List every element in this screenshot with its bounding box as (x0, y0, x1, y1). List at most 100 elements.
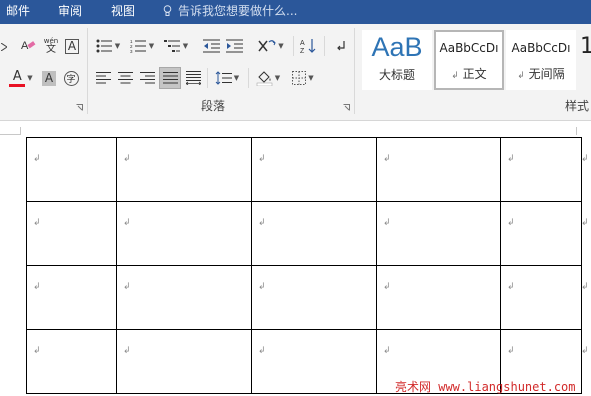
style-next-sample: 1 (580, 34, 591, 59)
paragraph-mark: ↲ (383, 154, 391, 164)
borders-icon (292, 71, 307, 85)
table-cell[interactable]: ↲ (251, 329, 377, 394)
paint-bucket-icon (256, 71, 273, 86)
multilevel-list-icon (163, 40, 180, 52)
paragraph-mark: ↲ (258, 154, 266, 164)
document-page[interactable]: ↲ ↲ ↲ ↲ ↲ ↲ ↲ ↲ ↲ ↲ ↲ ↲ ↲ ↲ ↲ ↲ ↲ ↲ ↲ ↲ ↲ ↲ ↲ ↲ 亮术网 www.liangs… (0, 121, 591, 396)
svg-text:3: 3 (130, 49, 133, 53)
decrease-indent-button[interactable] (201, 36, 221, 56)
paragraph-dialog-launcher-icon[interactable] (343, 104, 350, 111)
tell-me-text: 告诉我您想要做什么... (178, 4, 298, 18)
style-normal-card[interactable]: AaBbCcDı ↲ 正文 (434, 30, 504, 90)
numbering-button[interactable]: 1 2 3 ▼ (127, 36, 157, 56)
table-cell[interactable]: ↲ (26, 265, 117, 330)
numbered-list-icon: 1 2 3 (130, 39, 146, 53)
table-cell[interactable]: ↲ (116, 201, 252, 266)
chinese-layout-button[interactable]: ▼ (255, 36, 287, 56)
toolbar-separator (207, 68, 208, 88)
styles-group-label: 样式 (565, 99, 590, 113)
paragraph-mark: ↲ (123, 346, 131, 356)
table-cell[interactable]: ↲ (251, 265, 377, 330)
chevron-down-icon: ▼ (308, 74, 314, 82)
show-hide-marks-button[interactable] (331, 36, 351, 56)
margin-guide (0, 134, 20, 135)
margin-corner-mark (576, 127, 577, 135)
paragraph-mark: ↲ (33, 282, 41, 292)
table-row: ↲ ↲ ↲ ↲ ↲ (26, 201, 582, 266)
tab-view[interactable]: 视图 (111, 4, 135, 18)
font-shrink-partial-icon[interactable] (0, 37, 8, 57)
toolbar-separator (324, 36, 325, 56)
end-of-row-mark: ↲ (581, 282, 589, 292)
bullets-button[interactable]: ▼ (93, 36, 123, 56)
style-normal-sample: AaBbCcDı (439, 41, 499, 55)
line-spacing-button[interactable]: ▼ (212, 68, 242, 88)
align-right-icon (139, 72, 155, 84)
decrease-indent-icon (202, 39, 220, 53)
chevron-down-icon: ▼ (278, 42, 284, 50)
chevron-down-icon: ▼ (148, 42, 155, 50)
table-cell[interactable]: ↲ (26, 201, 117, 266)
table-cell[interactable]: ↲ (26, 329, 117, 394)
phonetic-bottom-text: 文 (46, 44, 56, 55)
sort-button[interactable]: A Z (298, 36, 318, 56)
paragraph-mark: ↲ (33, 154, 41, 164)
eraser-icon: A (21, 40, 36, 52)
borders-button[interactable]: ▼ (288, 68, 318, 88)
shading-button[interactable]: ▼ (253, 68, 283, 88)
paragraph-mark: ↲ (258, 346, 266, 356)
phonetic-guide-button[interactable]: wén 文 (41, 36, 61, 56)
end-of-row-mark: ↲ (581, 154, 589, 164)
font-color-letter: A (12, 68, 22, 84)
tab-review[interactable]: 审阅 (58, 4, 82, 18)
table-cell[interactable]: ↲ (376, 201, 501, 266)
table-cell[interactable]: ↲ (26, 137, 117, 202)
ribbon: A wén 文 A A ▼ A 字 ▼ 1 2 3 ▼ ▼ ▼ A Z ▼ ▼ … (0, 24, 591, 121)
table-cell[interactable]: ↲ (116, 265, 252, 330)
chevron-down-icon: ▼ (27, 74, 33, 82)
chevron-down-icon: ▼ (114, 42, 121, 50)
enclose-characters-button[interactable]: 字 (62, 68, 80, 88)
table-cell[interactable]: ↲ (116, 137, 252, 202)
tab-mailings[interactable]: 邮件 (6, 4, 30, 18)
paragraph-mark: ↲ (383, 282, 391, 292)
justify-button[interactable] (159, 67, 181, 89)
bullet-list-icon (96, 39, 112, 53)
style-normal-mark: ↲ (451, 71, 459, 81)
table-cell[interactable]: ↲ (500, 201, 582, 266)
sort-az-icon: A Z (300, 39, 316, 54)
table-cell[interactable]: ↲ (116, 329, 252, 394)
chevron-down-icon: ▼ (182, 42, 189, 50)
align-center-button[interactable] (115, 68, 135, 88)
font-dialog-launcher-icon[interactable] (76, 104, 83, 111)
multilevel-list-button[interactable]: ▼ (161, 36, 191, 56)
table-cell[interactable]: ↲ (500, 137, 582, 202)
align-right-button[interactable] (137, 68, 157, 88)
style-next-card[interactable]: 1 (580, 30, 591, 90)
increase-indent-button[interactable] (224, 36, 244, 56)
table-cell[interactable]: ↲ (251, 201, 377, 266)
site-watermark: 亮术网 www.liangshunet.com (395, 380, 576, 394)
enclose-characters-glyph: 字 (63, 70, 79, 86)
table-cell[interactable]: ↲ (251, 137, 377, 202)
document-table[interactable]: ↲ ↲ ↲ ↲ ↲ ↲ ↲ ↲ ↲ ↲ ↲ ↲ ↲ ↲ ↲ ↲ ↲ ↲ ↲ ↲ (26, 137, 582, 394)
character-shading-button[interactable]: A (41, 68, 57, 88)
style-nospacing-card[interactable]: AaBbCcDı ↲ 无间隔 (506, 30, 576, 90)
paragraph-mark: ↲ (383, 346, 391, 356)
character-border-button[interactable]: A (63, 36, 81, 56)
align-left-button[interactable] (93, 68, 113, 88)
lightbulb-icon (163, 5, 172, 16)
style-normal-name: 正文 (462, 67, 487, 81)
table-row: ↲ ↲ ↲ ↲ ↲ (26, 137, 582, 202)
chevron-down-icon: ▼ (233, 74, 240, 82)
paragraph-mark: ↲ (33, 346, 41, 356)
table-cell[interactable]: ↲ (376, 137, 501, 202)
table-cell[interactable]: ↲ (376, 265, 501, 330)
font-color-button[interactable]: A ▼ (4, 68, 38, 88)
style-heading-card[interactable]: AaB 大标题 (362, 30, 432, 90)
tell-me-search[interactable]: 告诉我您想要做什么... (163, 4, 297, 18)
clear-formatting-button[interactable]: A (18, 36, 38, 56)
character-shading-letter: A (42, 70, 56, 86)
distributed-button[interactable] (183, 68, 203, 88)
table-cell[interactable]: ↲ (500, 265, 582, 330)
